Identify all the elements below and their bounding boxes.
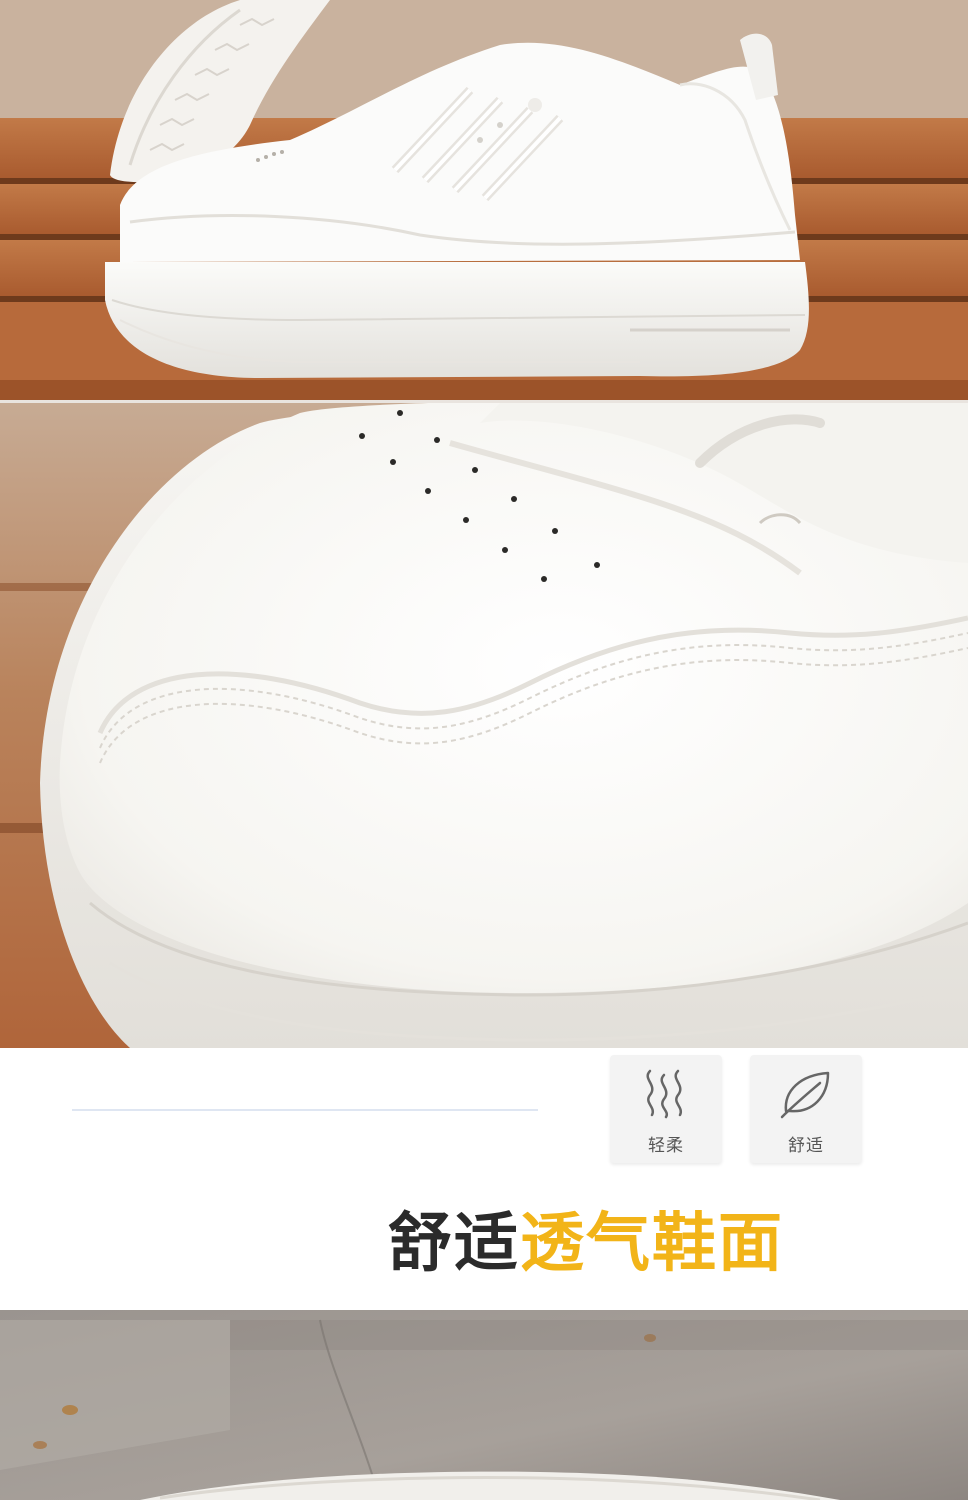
headline-dark-text: 舒适 — [388, 1207, 520, 1281]
product-detail-page: 轻柔 舒适 舒适透气鞋面 — [0, 0, 968, 1500]
leaf-icon — [750, 1067, 862, 1119]
feature-badge-label: 舒适 — [788, 1136, 824, 1156]
feature-info-section: 轻柔 舒适 舒适透气鞋面 — [0, 1048, 968, 1310]
sneaker-side-photo — [0, 0, 968, 400]
feature-badge-soft: 轻柔 — [610, 1055, 722, 1163]
feature-badge-label: 轻柔 — [648, 1136, 684, 1156]
airflow-waves-icon — [610, 1067, 722, 1119]
section-headline: 舒适透气鞋面 — [388, 1204, 784, 1284]
toe-closeup-photo — [0, 403, 968, 1048]
feature-badge-comfort: 舒适 — [750, 1055, 862, 1163]
sneaker-bottom-photo — [0, 1310, 968, 1500]
decorative-line — [72, 1109, 538, 1111]
headline-accent-text: 透气鞋面 — [520, 1207, 784, 1281]
